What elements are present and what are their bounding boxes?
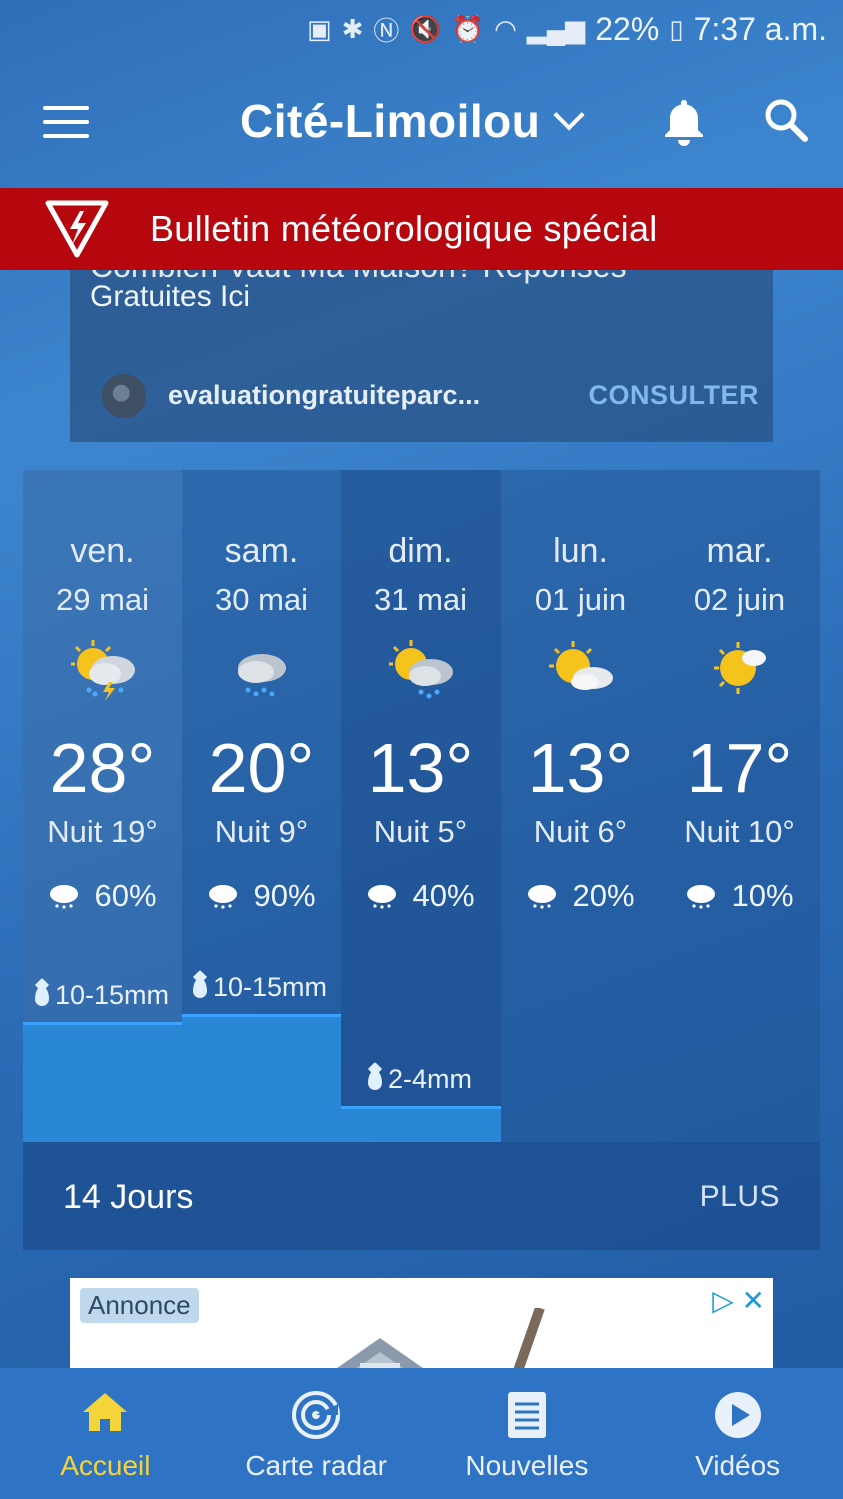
precip-bar — [341, 1106, 501, 1142]
bell-icon[interactable] — [662, 98, 706, 146]
precip-probability: 90% — [182, 878, 341, 914]
search-icon[interactable] — [764, 98, 808, 142]
raindrop-icon — [368, 1069, 382, 1090]
special-weather-alert[interactable]: Bulletin météorologique spécial — [0, 188, 843, 270]
status-bar: ▣ ✱ Ⓝ 🔇 ⏰ ◠ ▂▄▆ 22% ▯ 7:37 a.m. — [0, 0, 843, 58]
ad-consult-button[interactable]: CONSULTER — [589, 380, 760, 411]
location-selector[interactable]: Cité-Limoilou — [240, 94, 585, 148]
app-header: Cité-Limoilou — [0, 58, 843, 188]
day-date: 29 mai — [55, 582, 150, 617]
forecast-footer[interactable]: 14 Jours PLUS — [23, 1142, 820, 1250]
fourteen-day-label: 14 Jours — [63, 1178, 194, 1216]
nav-videos[interactable]: Vidéos — [632, 1368, 843, 1499]
ad-title: Gratuites Ici — [90, 280, 251, 313]
low-temp: Nuit 9° — [214, 814, 309, 849]
rain-cloud-icon — [50, 885, 79, 909]
radar-icon — [292, 1391, 341, 1439]
raindrop-icon — [193, 977, 207, 998]
nfc-icon: Ⓝ — [373, 15, 400, 46]
precip-probability: 60% — [23, 878, 182, 914]
alarm-icon: ⏰ — [451, 13, 485, 44]
low-temp: Nuit 5° — [373, 814, 468, 849]
globe-icon — [102, 374, 146, 418]
raindrop-icon — [35, 985, 49, 1006]
home-icon — [83, 1393, 128, 1431]
wifi-icon: ◠ — [494, 13, 517, 44]
day-name: mar. — [706, 532, 773, 570]
day-name: sam. — [224, 532, 299, 570]
rain-cloud-icon — [687, 885, 716, 909]
battery-percent: 22% — [595, 10, 660, 47]
clock: 7:37 a.m. — [693, 10, 827, 47]
battery-icon: ▯ — [669, 13, 684, 44]
sun-small-cloud-icon — [714, 642, 766, 694]
day-date: 30 mai — [214, 582, 309, 617]
day-date: 31 mai — [373, 582, 468, 617]
forecast-day[interactable]: dim. 31 mai 13° Nuit 5° 40% — [341, 470, 500, 1142]
ad-domain: evaluationgratuiteparc... — [168, 380, 481, 410]
sun-cloud-icon — [549, 641, 613, 690]
high-temp: 13° — [527, 729, 634, 807]
forecast-day[interactable]: lun. 01 juin 13° Nuit 6° 20% — [501, 470, 660, 1142]
precip-probability: 40% — [341, 878, 500, 914]
menu-icon[interactable] — [43, 106, 89, 138]
chevron-down-icon — [553, 99, 585, 131]
day-name: lun. — [553, 532, 608, 570]
forecast-card[interactable]: ven. 29 mai 28° Nuit 19° 60% sam. 30 mai… — [23, 470, 820, 1250]
low-temp: Nuit 19° — [47, 814, 158, 849]
day-name: dim. — [388, 532, 453, 570]
high-temp: 20° — [208, 729, 315, 807]
signal-icon: ▂▄▆ — [526, 13, 586, 44]
precip-bar — [23, 1022, 182, 1142]
low-temp: Nuit 6° — [533, 814, 628, 849]
rain-cloud-icon — [528, 885, 557, 909]
house-ad-image — [334, 1308, 545, 1370]
day-name: ven. — [70, 532, 135, 570]
play-icon — [714, 1392, 761, 1438]
mute-icon: 🔇 — [409, 13, 442, 44]
news-icon — [507, 1392, 546, 1438]
bottom-navigation: Accueil Carte radar Nouvelles Vidéos — [0, 1368, 843, 1499]
ad-choices-close-icon[interactable]: ▷ ✕ — [712, 1284, 765, 1317]
banner-ad[interactable]: Annonce ▷ ✕ — [70, 1278, 773, 1370]
low-temp: Nuit 10° — [684, 814, 795, 849]
precip-probability: 20% — [501, 878, 660, 914]
nav-home[interactable]: Accueil — [0, 1368, 211, 1499]
forecast-day[interactable]: mar. 02 juin 17° Nuit 10° 10% — [660, 470, 819, 1142]
nav-news[interactable]: Nouvelles — [422, 1368, 633, 1499]
more-button[interactable]: PLUS — [700, 1180, 780, 1214]
precip-amount: 10-15mm — [193, 972, 327, 1003]
warning-bolt-icon — [45, 200, 109, 258]
bluetooth-icon: ✱ — [341, 13, 364, 44]
sun-cloud-thunder-icon — [71, 640, 135, 701]
alert-text: Bulletin météorologique spécial — [150, 208, 658, 249]
ad-badge: Annonce — [80, 1288, 199, 1323]
location-name: Cité-Limoilou — [240, 95, 541, 147]
ad-card[interactable]: Combien Vaut Ma Maison? Réponses Gratuit… — [70, 240, 773, 442]
rain-cloud-icon — [209, 885, 238, 909]
precip-amount: 2-4mm — [368, 1064, 472, 1095]
sun-cloud-rain-icon — [389, 640, 453, 699]
rain-cloud-icon — [368, 885, 397, 909]
precip-amount: 10-15mm — [35, 980, 169, 1011]
high-temp: 17° — [686, 729, 793, 807]
day-date: 02 juin — [693, 582, 786, 617]
day-date: 01 juin — [534, 582, 627, 617]
high-temp: 13° — [367, 729, 474, 807]
battery-saver-icon: ▣ — [306, 13, 332, 44]
cloud-rain-icon — [238, 654, 286, 697]
precip-probability: 10% — [660, 878, 819, 914]
precip-bar — [182, 1014, 341, 1142]
high-temp: 28° — [49, 729, 156, 807]
nav-radar[interactable]: Carte radar — [211, 1368, 422, 1499]
